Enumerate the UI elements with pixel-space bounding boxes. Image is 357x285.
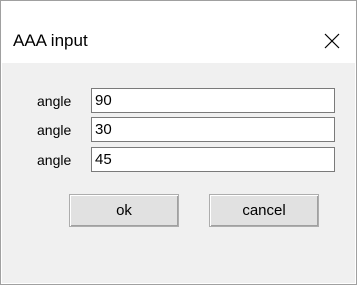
angle-label-2: angle [37, 122, 72, 138]
window-title: AAA input [13, 31, 88, 50]
close-icon [324, 33, 340, 49]
dialog-window: AAA input angle angle angle ok cancel [0, 0, 357, 285]
angle-input-1[interactable] [91, 88, 335, 113]
dialog-client-area: angle angle angle ok cancel [2, 63, 355, 283]
angle-input-3[interactable] [91, 147, 335, 172]
close-button[interactable] [319, 28, 345, 54]
angle-label-3: angle [37, 152, 72, 168]
ok-button[interactable]: ok [69, 194, 179, 227]
cancel-button[interactable]: cancel [209, 194, 319, 227]
angle-label-1: angle [37, 93, 72, 109]
angle-input-2[interactable] [91, 117, 335, 142]
title-bar[interactable]: AAA input [1, 1, 356, 61]
